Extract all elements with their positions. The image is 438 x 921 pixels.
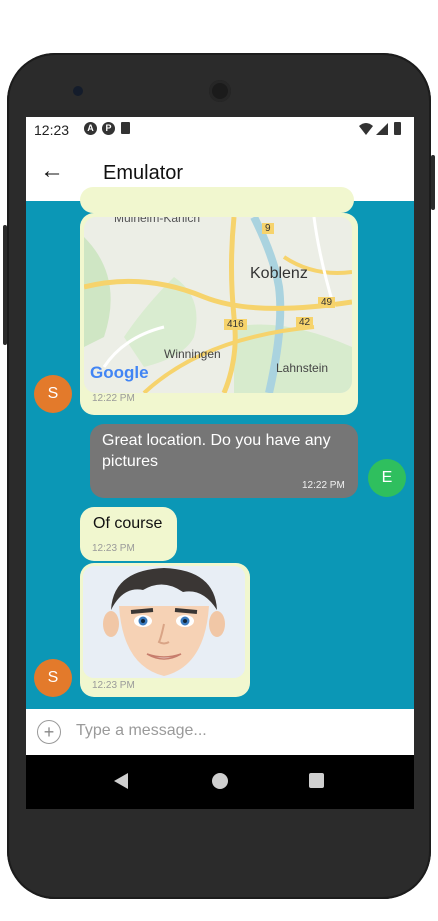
battery-icon bbox=[394, 122, 401, 135]
message-text: Great location. Do you have any pictures bbox=[102, 432, 331, 470]
previous-message-bubble bbox=[80, 187, 354, 213]
nav-home-icon[interactable] bbox=[212, 773, 228, 789]
road-badge: 416 bbox=[224, 319, 247, 330]
image-message-bubble[interactable]: 12:23 PM bbox=[80, 563, 250, 697]
avatar: S bbox=[34, 375, 72, 413]
face-image[interactable] bbox=[83, 566, 245, 678]
map-label: Koblenz bbox=[250, 265, 308, 282]
nav-back-icon[interactable] bbox=[114, 773, 128, 789]
incoming-message-bubble[interactable]: Of course 12:23 PM bbox=[80, 507, 177, 561]
screen: 12:23 A P ← Emulator Mülheim-Kärlich Kob… bbox=[26, 117, 414, 809]
outgoing-message-bubble[interactable]: Great location. Do you have any pictures… bbox=[90, 424, 358, 498]
message-input-bar: + Type a message... bbox=[26, 709, 414, 755]
sd-card-icon bbox=[121, 122, 130, 134]
timestamp: 12:22 PM bbox=[302, 480, 345, 491]
avatar: E bbox=[368, 459, 406, 497]
map-message-bubble[interactable]: Mülheim-Kärlich Koblenz Winningen Lahnst… bbox=[80, 213, 358, 415]
page-title: Emulator bbox=[103, 162, 184, 184]
nav-recents-icon[interactable] bbox=[309, 773, 324, 788]
front-camera bbox=[73, 86, 83, 96]
signal-icon bbox=[376, 123, 388, 135]
speaker-grille bbox=[209, 80, 231, 102]
road-badge: 42 bbox=[296, 317, 314, 328]
status-time: 12:23 bbox=[34, 122, 70, 138]
status-bar: 12:23 A P bbox=[26, 117, 414, 143]
message-text: Of course bbox=[93, 515, 163, 532]
app-icon: P bbox=[102, 122, 115, 135]
avatar: S bbox=[34, 659, 72, 697]
power-button bbox=[431, 155, 435, 210]
timestamp: 12:23 PM bbox=[92, 680, 135, 691]
google-logo: Google bbox=[90, 363, 149, 382]
volume-button bbox=[3, 225, 7, 345]
wifi-icon bbox=[359, 123, 373, 135]
timestamp: 12:22 PM bbox=[92, 393, 135, 404]
face-graphic bbox=[83, 566, 245, 678]
add-attachment-icon[interactable]: + bbox=[37, 720, 61, 744]
timestamp: 12:23 PM bbox=[92, 543, 135, 554]
map-label: Mülheim-Kärlich bbox=[114, 217, 201, 225]
road-badge: 9 bbox=[262, 223, 274, 234]
road-badge: 49 bbox=[318, 297, 336, 308]
system-nav-bar bbox=[26, 755, 414, 809]
map-label: Winningen bbox=[164, 347, 221, 361]
arrow-left-icon[interactable]: ← bbox=[40, 157, 64, 185]
app-icon: A bbox=[84, 122, 97, 135]
map-label: Lahnstein bbox=[276, 361, 329, 375]
map-image[interactable]: Mülheim-Kärlich Koblenz Winningen Lahnst… bbox=[84, 217, 352, 393]
message-input[interactable]: Type a message... bbox=[76, 722, 207, 740]
